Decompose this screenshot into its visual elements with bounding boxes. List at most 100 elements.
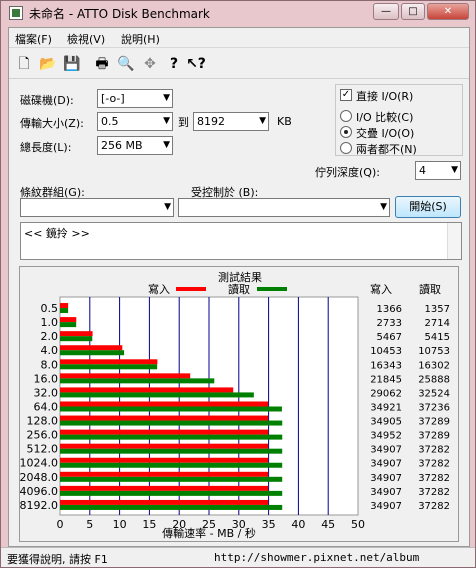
read-value: 25888 [418, 374, 450, 385]
write-value: 34907 [370, 459, 402, 470]
read-bar [60, 406, 282, 412]
write-value: 34907 [370, 487, 402, 498]
write-bar [60, 401, 269, 407]
chevron-down-icon: ▼ [163, 93, 170, 103]
direct-io-checkbox[interactable]: ✓ [340, 89, 352, 101]
read-value: 37289 [418, 431, 450, 442]
write-bar [60, 387, 234, 393]
io-compare-label: I/O 比較(C) [356, 111, 414, 124]
total-length-select[interactable]: 256 MB ▼ [97, 136, 173, 155]
start-button[interactable]: 開始(S) [395, 196, 461, 218]
read-value: 37282 [418, 473, 450, 484]
x-tick-label: 50 [351, 518, 365, 531]
read-bar [60, 490, 283, 496]
x-tick-label: 10 [113, 518, 127, 531]
read-value: 37282 [418, 487, 450, 498]
io-compare-radio[interactable] [340, 110, 352, 122]
description-textarea[interactable]: << 鏡拎 >> [20, 222, 462, 260]
write-bar [60, 317, 77, 323]
x-tick-label: 5 [86, 518, 93, 531]
read-bar [60, 336, 93, 342]
y-tick-label: 2.0 [41, 330, 59, 343]
transfer-to-select[interactable]: 8192 ▼ [193, 112, 269, 131]
write-value: 16343 [370, 360, 402, 371]
watermark-text: http://showmer.pixnet.net/album [214, 551, 420, 564]
title-bar[interactable]: 未命名 - ATTO Disk Benchmark — □ ✕ [1, 1, 475, 25]
transfer-from-value: 0.5 [101, 115, 119, 128]
minimize-button[interactable]: — [373, 3, 399, 20]
write-bar [60, 415, 269, 421]
print-icon[interactable]: 🖶 [91, 53, 113, 75]
y-tick-label: 512.0 [27, 443, 59, 456]
chevron-down-icon: ▼ [451, 165, 458, 175]
new-icon[interactable]: 🗋 [13, 53, 35, 75]
read-bar [60, 392, 254, 398]
queue-depth-value: 4 [419, 164, 426, 177]
read-value: 5415 [425, 332, 450, 343]
print-preview-icon[interactable]: 🔍 [115, 53, 137, 75]
read-bar [60, 476, 283, 482]
write-bar [60, 345, 123, 351]
menu-file[interactable]: 檔案(F) [15, 31, 52, 47]
write-bar [60, 457, 269, 463]
y-tick-label: 4096.0 [20, 485, 58, 498]
queue-depth-label: 佇列深度(Q): [315, 166, 380, 179]
chevron-down-icon: ▼ [259, 116, 266, 126]
read-bar [60, 462, 283, 468]
help-icon[interactable]: ? [163, 53, 185, 75]
kb-label: KB [277, 115, 292, 128]
write-bar [60, 303, 69, 309]
pattern-select[interactable]: ▼ [20, 198, 174, 217]
overlapped-io-label: 交疊 I/O(O) [356, 127, 415, 140]
read-value: 37236 [418, 402, 450, 413]
context-help-icon[interactable]: ↖? [185, 53, 207, 75]
write-bar [60, 443, 269, 449]
read-value: 37282 [418, 445, 450, 456]
move-icon[interactable]: ✥ [139, 53, 161, 75]
write-value: 29062 [370, 388, 402, 399]
menu-view[interactable]: 檢視(V) [67, 31, 105, 47]
window-title: 未命名 - ATTO Disk Benchmark [29, 7, 210, 21]
y-tick-label: 16.0 [34, 372, 59, 385]
status-help-text: 要獲得說明, 請按 F1 [7, 553, 108, 566]
description-scrollbar[interactable] [447, 223, 461, 259]
read-value: 2714 [425, 318, 450, 329]
queue-depth-select[interactable]: 4 ▼ [415, 161, 461, 180]
save-icon[interactable]: 💾 [61, 53, 83, 75]
chart-title: 測試結果 [218, 270, 262, 284]
drive-select[interactable]: [-o-] ▼ [97, 89, 173, 108]
write-bar [60, 485, 269, 491]
read-legend-swatch [257, 287, 287, 291]
neither-radio[interactable] [340, 142, 352, 154]
results-chart: 測試結果 寫入 讀取 寫入 讀取 0 5 10 15 20 25 30 35 40 45 500.5… [20, 270, 451, 540]
read-value: 32524 [418, 388, 450, 399]
write-value: 34907 [370, 501, 402, 512]
y-tick-label: 8.0 [41, 358, 59, 371]
maximize-button[interactable]: □ [401, 3, 425, 20]
close-button[interactable]: ✕ [427, 3, 469, 20]
write-value: 5467 [377, 332, 402, 343]
read-bar [60, 448, 283, 454]
overlapped-io-radio[interactable] [340, 126, 352, 138]
write-legend-label: 寫入 [148, 282, 170, 296]
app-window: 未命名 - ATTO Disk Benchmark — □ ✕ 檔案(F) 檢視… [0, 0, 476, 568]
y-tick-label: 128.0 [27, 415, 59, 428]
x-tick-label: 0 [57, 518, 64, 531]
read-value: 16302 [418, 360, 450, 371]
controlled-by-select[interactable]: ▼ [178, 198, 390, 217]
write-value: 1366 [377, 304, 402, 315]
menu-help[interactable]: 說明(H) [121, 31, 160, 47]
app-icon [9, 6, 23, 20]
read-column-header: 讀取 [419, 282, 441, 296]
direct-io-label: 直接 I/O(R) [356, 90, 414, 103]
read-bar [60, 378, 215, 384]
transfer-from-select[interactable]: 0.5 ▼ [97, 112, 173, 131]
y-tick-label: 8192.0 [20, 499, 58, 512]
client-area: 檔案(F) 檢視(V) 說明(H) 🗋 📂 💾 🖶 🔍 ✥ ? ↖? 磁碟機(D… [8, 27, 470, 547]
total-length-label: 總長度(L): [20, 141, 72, 154]
write-value: 34907 [370, 445, 402, 456]
write-legend-swatch [176, 287, 206, 291]
drive-label: 磁碟機(D): [20, 94, 74, 107]
open-icon[interactable]: 📂 [37, 53, 59, 75]
write-value: 34907 [370, 473, 402, 484]
